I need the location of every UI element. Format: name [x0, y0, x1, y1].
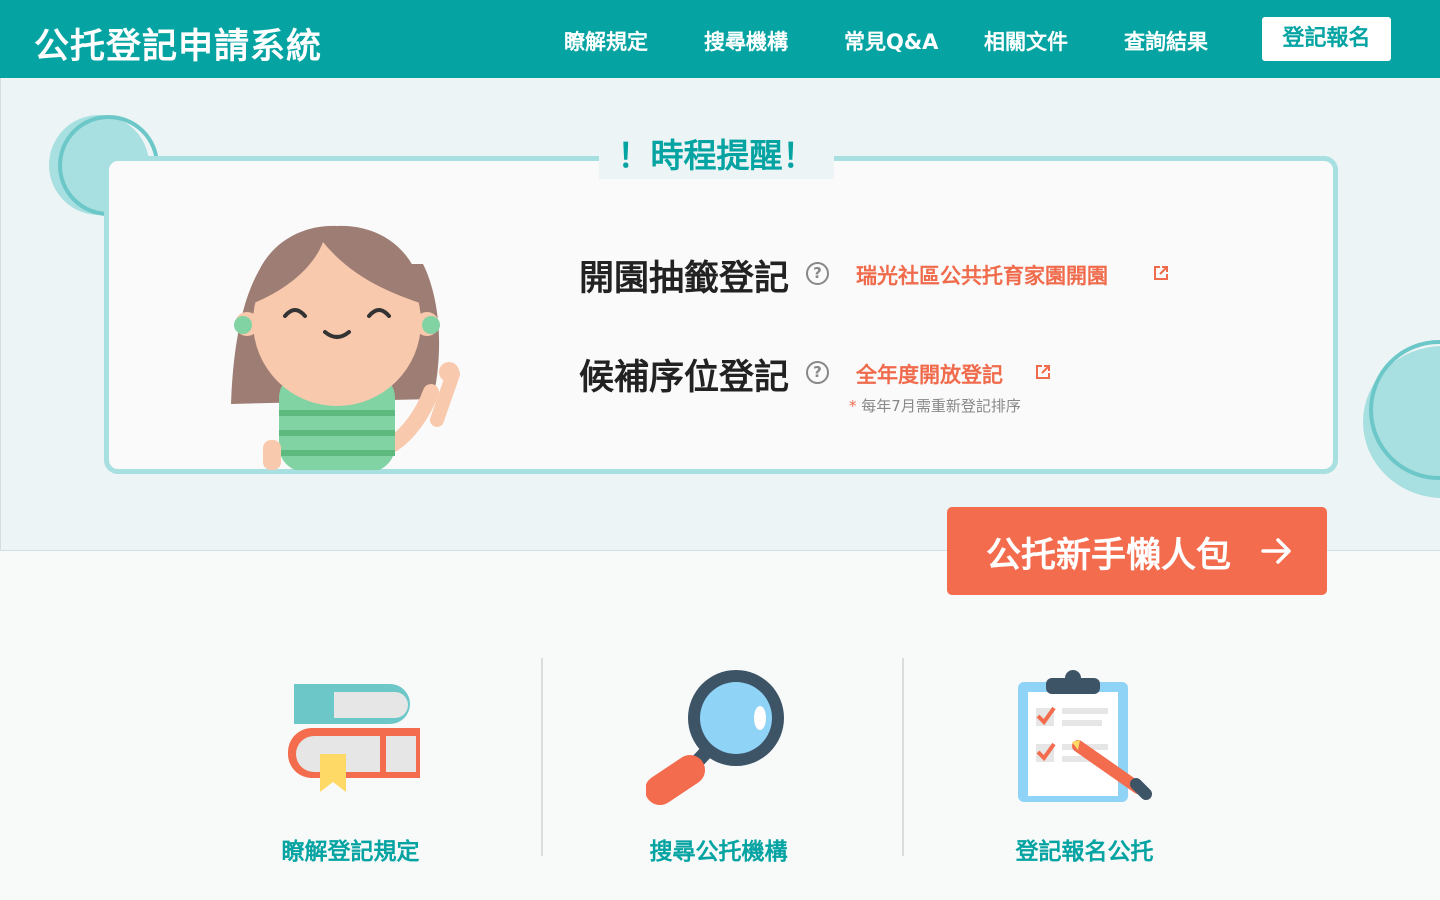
- external-link-icon[interactable]: [1152, 264, 1170, 282]
- help-icon[interactable]: ?: [806, 262, 829, 285]
- note-text: 每年7月需重新登記排序: [861, 397, 1021, 415]
- waitlist-registration-label: 候補序位登記: [579, 358, 790, 398]
- card-label: 登記報名公托: [1015, 839, 1154, 865]
- lottery-info-link[interactable]: 瑞光社區公共托育家園開園: [856, 260, 1108, 290]
- card-search-centers[interactable]: 搜尋公托機構: [538, 660, 899, 880]
- lottery-registration-label: 開園抽籤登記: [579, 259, 790, 299]
- clipboard-icon: [1018, 670, 1152, 802]
- card-understand-rules[interactable]: 瞭解登記規定: [170, 660, 531, 880]
- guide-button-label: 公托新手懶人包: [986, 536, 1232, 576]
- nav-item-documents[interactable]: 相關文件: [984, 26, 1068, 56]
- site-title[interactable]: 公托登記申請系統: [34, 18, 322, 69]
- nav-item-search[interactable]: 搜尋機構: [704, 26, 788, 56]
- magnifier-icon: [646, 670, 784, 805]
- card-register[interactable]: 登記報名公托: [904, 660, 1265, 880]
- waitlist-note: * 每年7月需重新登記排序: [849, 395, 1021, 416]
- girl-illustration: [231, 225, 460, 470]
- reminder-title: ！時程提醒！: [599, 133, 834, 179]
- register-button[interactable]: 登記報名: [1262, 17, 1391, 61]
- top-header: 公托登記申請系統 瞭解規定 搜尋機構 常見Q&A 相關文件 查詢結果 登記報名: [0, 0, 1440, 78]
- schedule-banner: ！時程提醒！ 開園抽籤登記 ? 瑞光社區公共托育家園開園 候補序位登記 ? 全年…: [0, 78, 1440, 551]
- nav-item-results[interactable]: 查詢結果: [1124, 26, 1208, 56]
- books-icon: [288, 684, 420, 792]
- external-link-icon[interactable]: [1034, 363, 1052, 381]
- note-asterisk: *: [849, 397, 857, 415]
- beginner-guide-button[interactable]: 公托新手懶人包: [947, 507, 1327, 595]
- card-label: 瞭解登記規定: [281, 839, 420, 865]
- card-label: 搜尋公托機構: [649, 839, 788, 865]
- arrow-right-icon: [1261, 538, 1291, 564]
- nav-item-rules[interactable]: 瞭解規定: [564, 26, 648, 56]
- help-icon[interactable]: ?: [806, 361, 829, 384]
- nav-item-faq[interactable]: 常見Q&A: [844, 26, 938, 56]
- waitlist-info-link[interactable]: 全年度開放登記: [856, 359, 1003, 389]
